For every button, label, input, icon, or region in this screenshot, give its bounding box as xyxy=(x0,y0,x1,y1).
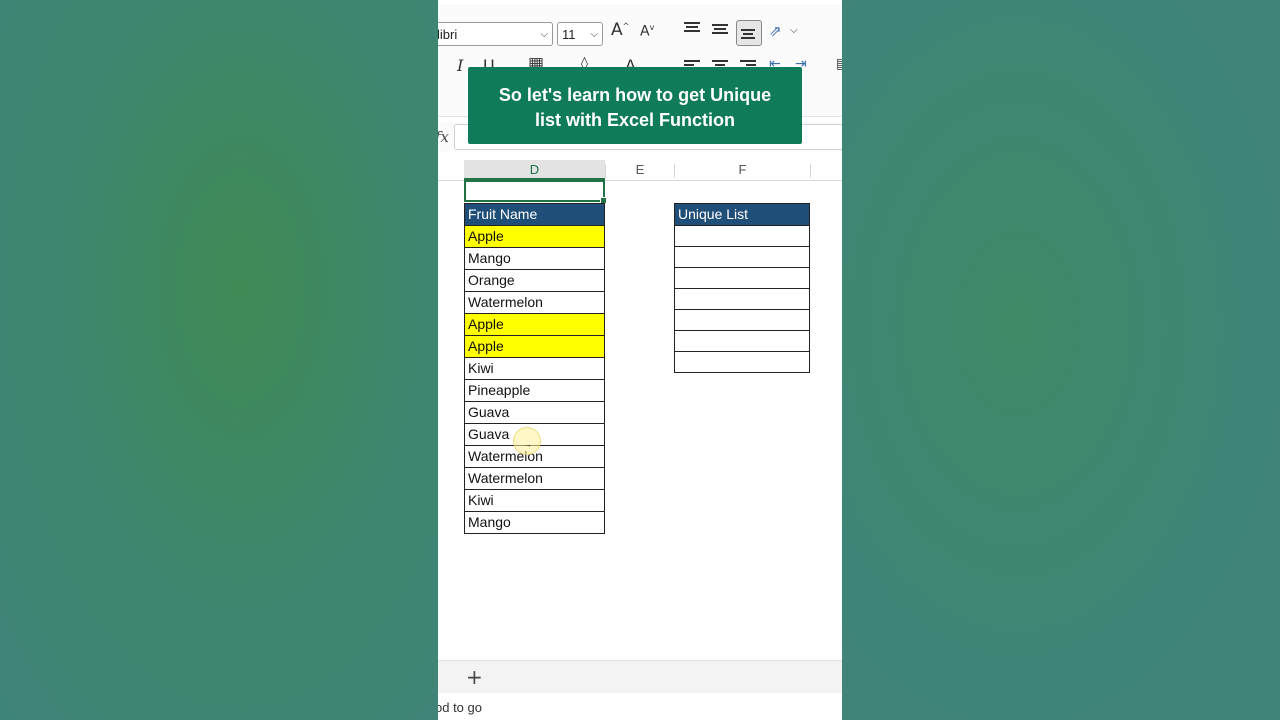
align-bottom-icon xyxy=(741,29,757,41)
fx-icon[interactable]: fx xyxy=(438,128,449,146)
fruit-cell[interactable]: Watermelon xyxy=(464,291,605,314)
table-row: Mango xyxy=(464,247,605,270)
cursor-icon: → xyxy=(523,439,532,449)
fruit-cell[interactable]: Mango xyxy=(464,247,605,270)
unique-cell[interactable] xyxy=(674,288,810,310)
wrap-text-icon[interactable]: ⋮ xyxy=(838,24,842,39)
unique-cell[interactable] xyxy=(674,225,810,247)
shrink-font-button[interactable]: Av xyxy=(640,23,654,40)
fruit-cell[interactable]: Watermelon xyxy=(464,467,605,490)
table-row: Orange xyxy=(464,269,605,292)
column-header-f[interactable]: F xyxy=(675,160,810,180)
excel-screen: libri ⌵ 11 ⌵ A^ Av ⇗ ⌵ ⋮ I xyxy=(438,0,842,720)
table-row: Apple xyxy=(464,335,605,358)
column-header-d[interactable]: D xyxy=(464,160,605,180)
grow-font-button[interactable]: A^ xyxy=(611,20,629,40)
font-size-value: 11 xyxy=(562,27,576,42)
background-right xyxy=(842,0,1280,720)
table-row xyxy=(674,267,810,289)
fruit-cell[interactable]: Apple xyxy=(464,313,605,336)
unique-list-header[interactable]: Unique List xyxy=(674,203,810,226)
font-size-dropdown[interactable]: 11 ⌵ xyxy=(557,22,603,46)
fruit-cell[interactable]: Orange xyxy=(464,269,605,292)
column-headers: D E F xyxy=(438,160,842,181)
active-cell-d1[interactable] xyxy=(464,180,607,204)
chevron-down-icon: ⌵ xyxy=(540,29,548,40)
merge-center-icon[interactable]: ▤ xyxy=(836,56,842,72)
orientation-icon[interactable]: ⇗ xyxy=(769,22,782,40)
table-row: Watermelon xyxy=(464,467,605,490)
grow-font-label: A xyxy=(611,20,623,40)
column-divider[interactable] xyxy=(810,164,811,178)
table-row xyxy=(674,246,810,268)
table-row: Kiwi xyxy=(464,489,605,512)
font-name-value: libri xyxy=(438,27,458,42)
align-bottom-button[interactable] xyxy=(736,20,762,46)
unique-cell[interactable] xyxy=(674,351,810,373)
table-row: Pineapple xyxy=(464,379,605,402)
table-row: Mango xyxy=(464,511,605,534)
caption-banner: So let's learn how to get Unique list wi… xyxy=(468,67,802,144)
sheet-tab-bar: + xyxy=(438,660,842,693)
fruit-cell[interactable]: Pineapple xyxy=(464,379,605,402)
mouse-cursor-highlight: → xyxy=(513,427,541,455)
fruit-cell[interactable]: Apple xyxy=(464,225,605,248)
fruit-cell[interactable]: Mango xyxy=(464,511,605,534)
italic-label: I xyxy=(457,56,464,75)
unique-cell[interactable] xyxy=(674,246,810,268)
fruit-table: Fruit Name Apple Mango Orange Watermelon Appl… xyxy=(464,203,605,534)
fruit-name-header[interactable]: Fruit Name xyxy=(464,203,605,226)
table-row xyxy=(674,288,810,310)
table-row: Watermelon xyxy=(464,291,605,314)
fruit-cell[interactable]: Apple xyxy=(464,335,605,358)
fruit-cell[interactable]: Kiwi xyxy=(464,489,605,512)
add-sheet-button[interactable]: + xyxy=(466,665,483,689)
align-top-icon[interactable] xyxy=(684,22,700,34)
table-row xyxy=(674,351,810,373)
unique-cell[interactable] xyxy=(674,267,810,289)
table-row: Apple xyxy=(464,225,605,248)
table-row xyxy=(674,225,810,247)
unique-cell[interactable] xyxy=(674,330,810,352)
table-row xyxy=(674,330,810,352)
unique-cell[interactable] xyxy=(674,309,810,331)
fruit-cell[interactable]: Kiwi xyxy=(464,357,605,380)
fruit-cell[interactable]: Guava xyxy=(464,401,605,424)
italic-button[interactable]: I xyxy=(457,56,463,75)
table-row: Apple xyxy=(464,313,605,336)
table-row xyxy=(674,309,810,331)
caption-line-1: So let's learn how to get Unique xyxy=(498,85,772,105)
table-row: Guava xyxy=(464,401,605,424)
unique-list-table: Unique List xyxy=(674,203,810,373)
status-bar: od to go xyxy=(438,696,842,720)
status-text: od to go xyxy=(438,700,482,715)
column-header-e[interactable]: E xyxy=(606,160,674,180)
font-name-dropdown[interactable]: libri ⌵ xyxy=(438,22,553,46)
table-row: Kiwi xyxy=(464,357,605,380)
align-middle-icon[interactable] xyxy=(712,24,728,36)
shrink-font-label: A xyxy=(640,23,650,40)
caption-line-2: list with Excel Function xyxy=(534,110,736,130)
chevron-down-icon: ⌵ xyxy=(590,29,598,40)
chevron-down-icon: ⌵ xyxy=(790,25,798,36)
background-left xyxy=(0,0,438,720)
